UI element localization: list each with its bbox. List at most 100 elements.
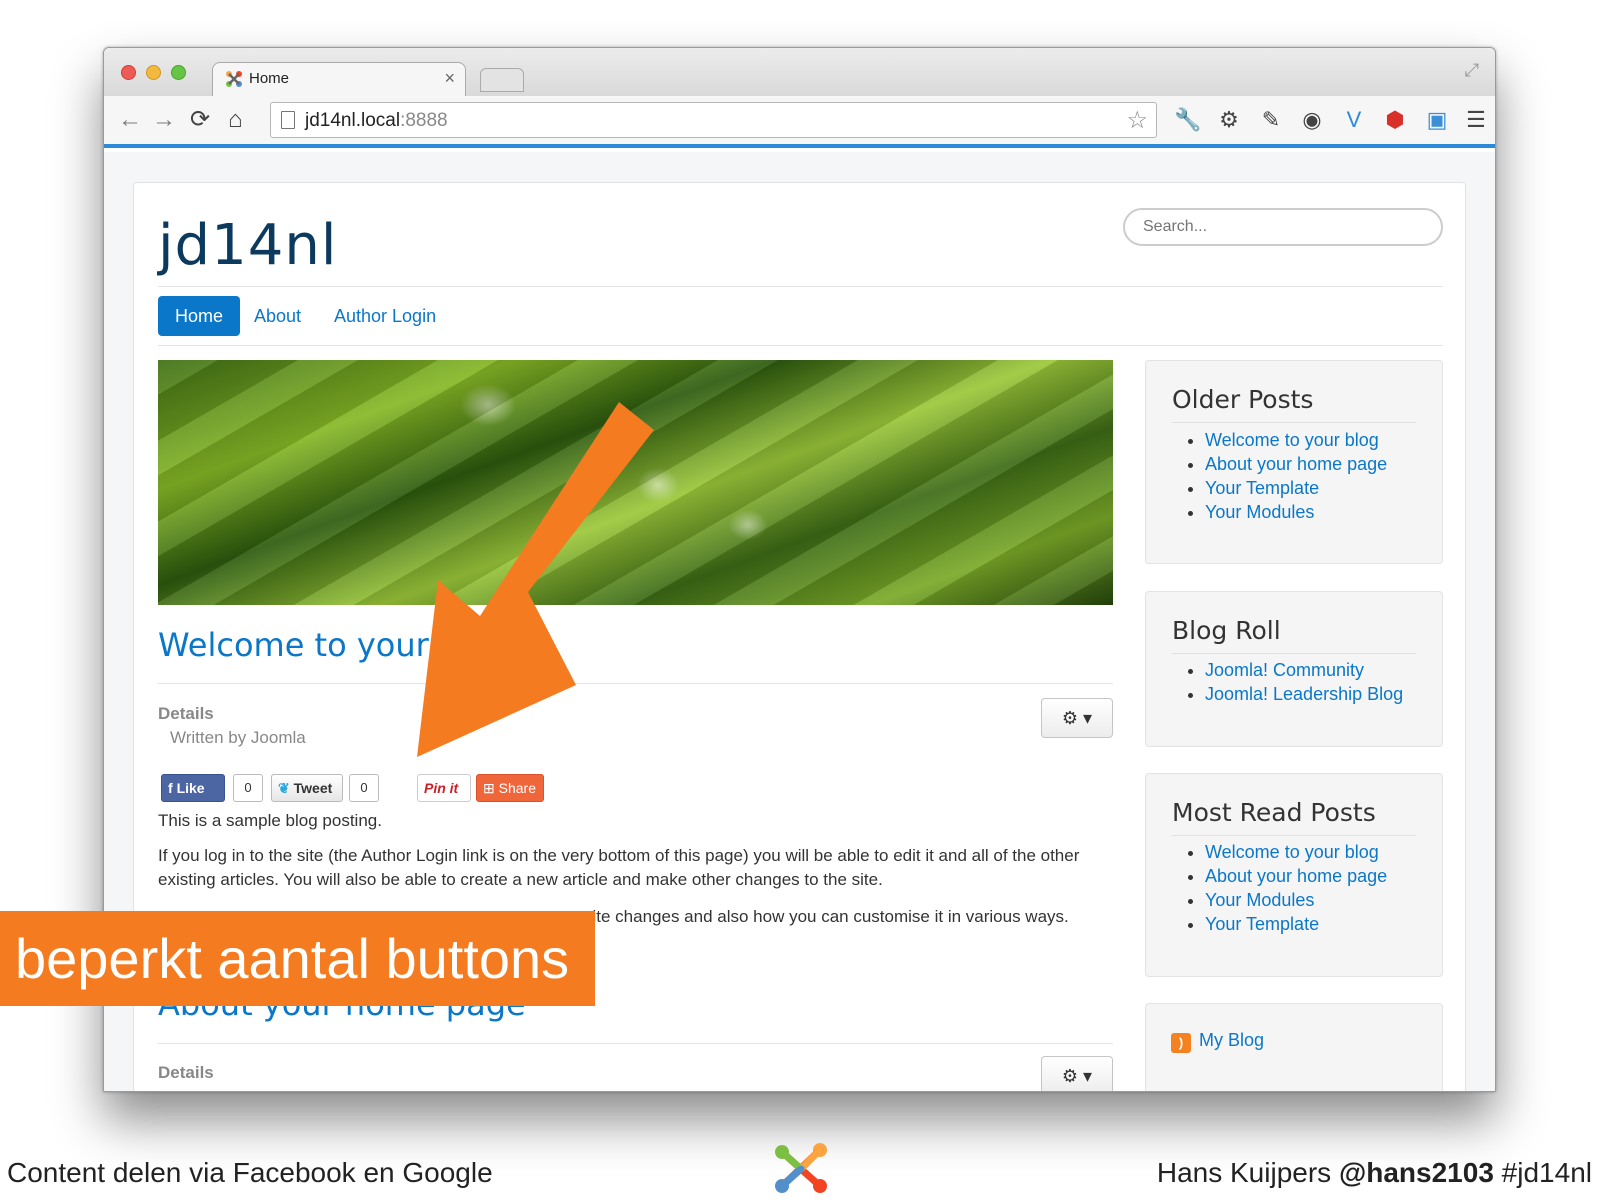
page-icon — [281, 111, 295, 129]
hashtag: #jd14nl — [1493, 1157, 1592, 1188]
pinterest-button[interactable]: Pin it — [417, 774, 471, 802]
address-bar[interactable]: jd14nl.local:8888 ☆ — [270, 102, 1157, 138]
eyedropper-icon[interactable]: ✎ — [1256, 104, 1286, 136]
my-blog-feed-link[interactable]: My Blog — [1199, 1030, 1264, 1051]
screen-icon[interactable]: ▣ — [1422, 104, 1452, 136]
older-post-link[interactable]: About your home page — [1205, 454, 1387, 474]
gear-icon[interactable]: ⚙ — [1214, 104, 1244, 136]
zoom-window-button[interactable] — [171, 65, 186, 80]
article-paragraph-3: site changes and also how you can custom… — [584, 907, 1069, 926]
slide-footer-right: Hans Kuijpers @hans2103 #jd14nl — [1157, 1157, 1592, 1189]
nav-author-login[interactable]: Author Login — [334, 296, 436, 336]
google-share-button[interactable]: ⊞ Share — [476, 774, 544, 802]
site-brand[interactable]: jd14nl — [158, 213, 337, 278]
title-bar: Home × ⤢ — [104, 48, 1495, 96]
v-icon[interactable]: V — [1339, 104, 1369, 136]
nav-about[interactable]: About — [254, 296, 301, 336]
tab-close-icon[interactable]: × — [444, 68, 455, 89]
most-read-module: Most Read Posts Welcome to your blog Abo… — [1145, 773, 1443, 977]
like-label: Like — [176, 780, 205, 796]
details-label: Details — [158, 704, 214, 723]
article-tools-button-2[interactable]: ⚙ ▾ — [1041, 1056, 1113, 1091]
reload-icon[interactable]: ⟳ — [190, 106, 210, 134]
tweet-button[interactable]: ❦ Tweet — [271, 774, 343, 802]
nav-divider — [158, 345, 1443, 346]
article-paragraph-2: If you log in to the site (the Author Lo… — [158, 846, 1080, 889]
home-icon[interactable]: ⌂ — [228, 106, 243, 134]
tweet-label: Tweet — [293, 780, 333, 796]
older-post-link[interactable]: Your Modules — [1205, 502, 1314, 522]
gear-icon: ⚙ ▾ — [1061, 708, 1093, 728]
shield-icon[interactable]: ⬢ — [1380, 104, 1410, 136]
list-item: Welcome to your blog — [1205, 428, 1387, 452]
list-item: Welcome to your blog — [1205, 840, 1387, 864]
facebook-icon: f — [168, 780, 173, 796]
tweet-count: 0 — [349, 774, 379, 802]
rss-icon: ) — [1171, 1033, 1191, 1053]
most-read-list: Welcome to your blog About your home pag… — [1205, 840, 1387, 936]
close-window-button[interactable] — [121, 65, 136, 80]
most-read-link[interactable]: Your Modules — [1205, 890, 1314, 910]
list-item: About your home page — [1205, 864, 1387, 888]
list-item: Your Modules — [1205, 500, 1387, 524]
most-read-link[interactable]: About your home page — [1205, 866, 1387, 886]
article-title[interactable]: Welcome to your — [158, 626, 429, 664]
blog-roll-module: Blog Roll Joomla! Community Joomla! Lead… — [1145, 591, 1443, 747]
slide-footer-left: Content delen via Facebook en Google — [7, 1157, 493, 1188]
back-icon[interactable]: ← — [118, 106, 142, 134]
color-wheel-icon[interactable]: ◉ — [1297, 104, 1327, 136]
list-item: About your home page — [1205, 452, 1387, 476]
older-post-link[interactable]: Welcome to your blog — [1205, 430, 1379, 450]
fullscreen-icon[interactable]: ⤢ — [1465, 60, 1479, 81]
forward-icon[interactable]: → — [152, 106, 176, 134]
browser-toolbar: ← → ⟳ ⌂ jd14nl.local:8888 ☆ 🔧 ⚙ ✎ ◉ V ⬢ … — [104, 96, 1495, 148]
article-paragraph-1: This is a sample blog posting. — [158, 811, 382, 830]
search-input[interactable] — [1123, 208, 1443, 246]
hero-image — [158, 360, 1113, 605]
most-read-link[interactable]: Welcome to your blog — [1205, 842, 1379, 862]
author-text: Written by Joomla — [170, 728, 306, 747]
module-title: Older Posts — [1172, 385, 1314, 414]
share-label: Share — [498, 780, 536, 796]
older-posts-list: Welcome to your blog About your home pag… — [1205, 428, 1387, 524]
browser-tab[interactable]: Home × — [212, 62, 466, 96]
nav-home[interactable]: Home — [158, 296, 241, 336]
article-divider-2 — [158, 1043, 1113, 1044]
feed-module: ) My Blog — [1145, 1003, 1443, 1091]
callout-banner: beperkt aantal buttons — [0, 911, 595, 1006]
module-title: Blog Roll — [1172, 616, 1281, 645]
header-divider — [158, 286, 1443, 287]
blog-roll-link[interactable]: Joomla! Leadership Blog — [1205, 684, 1403, 704]
list-item: Your Template — [1205, 476, 1387, 500]
menu-icon[interactable]: ☰ — [1461, 104, 1491, 136]
older-post-link[interactable]: Your Template — [1205, 478, 1319, 498]
author-handle: @hans2103 — [1338, 1157, 1494, 1188]
like-count: 0 — [233, 774, 263, 802]
older-posts-module: Older Posts Welcome to your blog About y… — [1145, 360, 1443, 564]
author-name: Hans Kuijpers — [1156, 1157, 1339, 1188]
facebook-like-button[interactable]: f Like — [161, 774, 225, 802]
list-item: Your Modules — [1205, 888, 1387, 912]
blog-roll-list: Joomla! Community Joomla! Leadership Blo… — [1205, 658, 1403, 706]
blog-roll-link[interactable]: Joomla! Community — [1205, 660, 1364, 680]
twitter-icon: ❦ — [278, 780, 290, 796]
most-read-link[interactable]: Your Template — [1205, 914, 1319, 934]
url-text: jd14nl.local:8888 — [305, 110, 448, 131]
list-item: Joomla! Community — [1205, 658, 1403, 682]
wrench-icon[interactable]: 🔧 — [1173, 104, 1203, 136]
gear-icon: ⚙ ▾ — [1061, 1066, 1093, 1086]
bookmark-star-icon[interactable]: ☆ — [1126, 106, 1148, 135]
module-divider — [1172, 422, 1416, 423]
new-tab-button[interactable] — [480, 68, 524, 92]
module-divider — [1172, 835, 1416, 836]
joomla-favicon-icon — [226, 71, 242, 87]
tab-title: Home — [249, 70, 290, 87]
article-divider — [158, 683, 1113, 684]
article-tools-button[interactable]: ⚙ ▾ — [1041, 698, 1113, 738]
minimize-window-button[interactable] — [146, 65, 161, 80]
module-divider — [1172, 653, 1416, 654]
list-item: Your Template — [1205, 912, 1387, 936]
joomla-logo-icon — [775, 1143, 827, 1193]
details-label-2: Details — [158, 1063, 214, 1082]
list-item: Joomla! Leadership Blog — [1205, 682, 1403, 706]
